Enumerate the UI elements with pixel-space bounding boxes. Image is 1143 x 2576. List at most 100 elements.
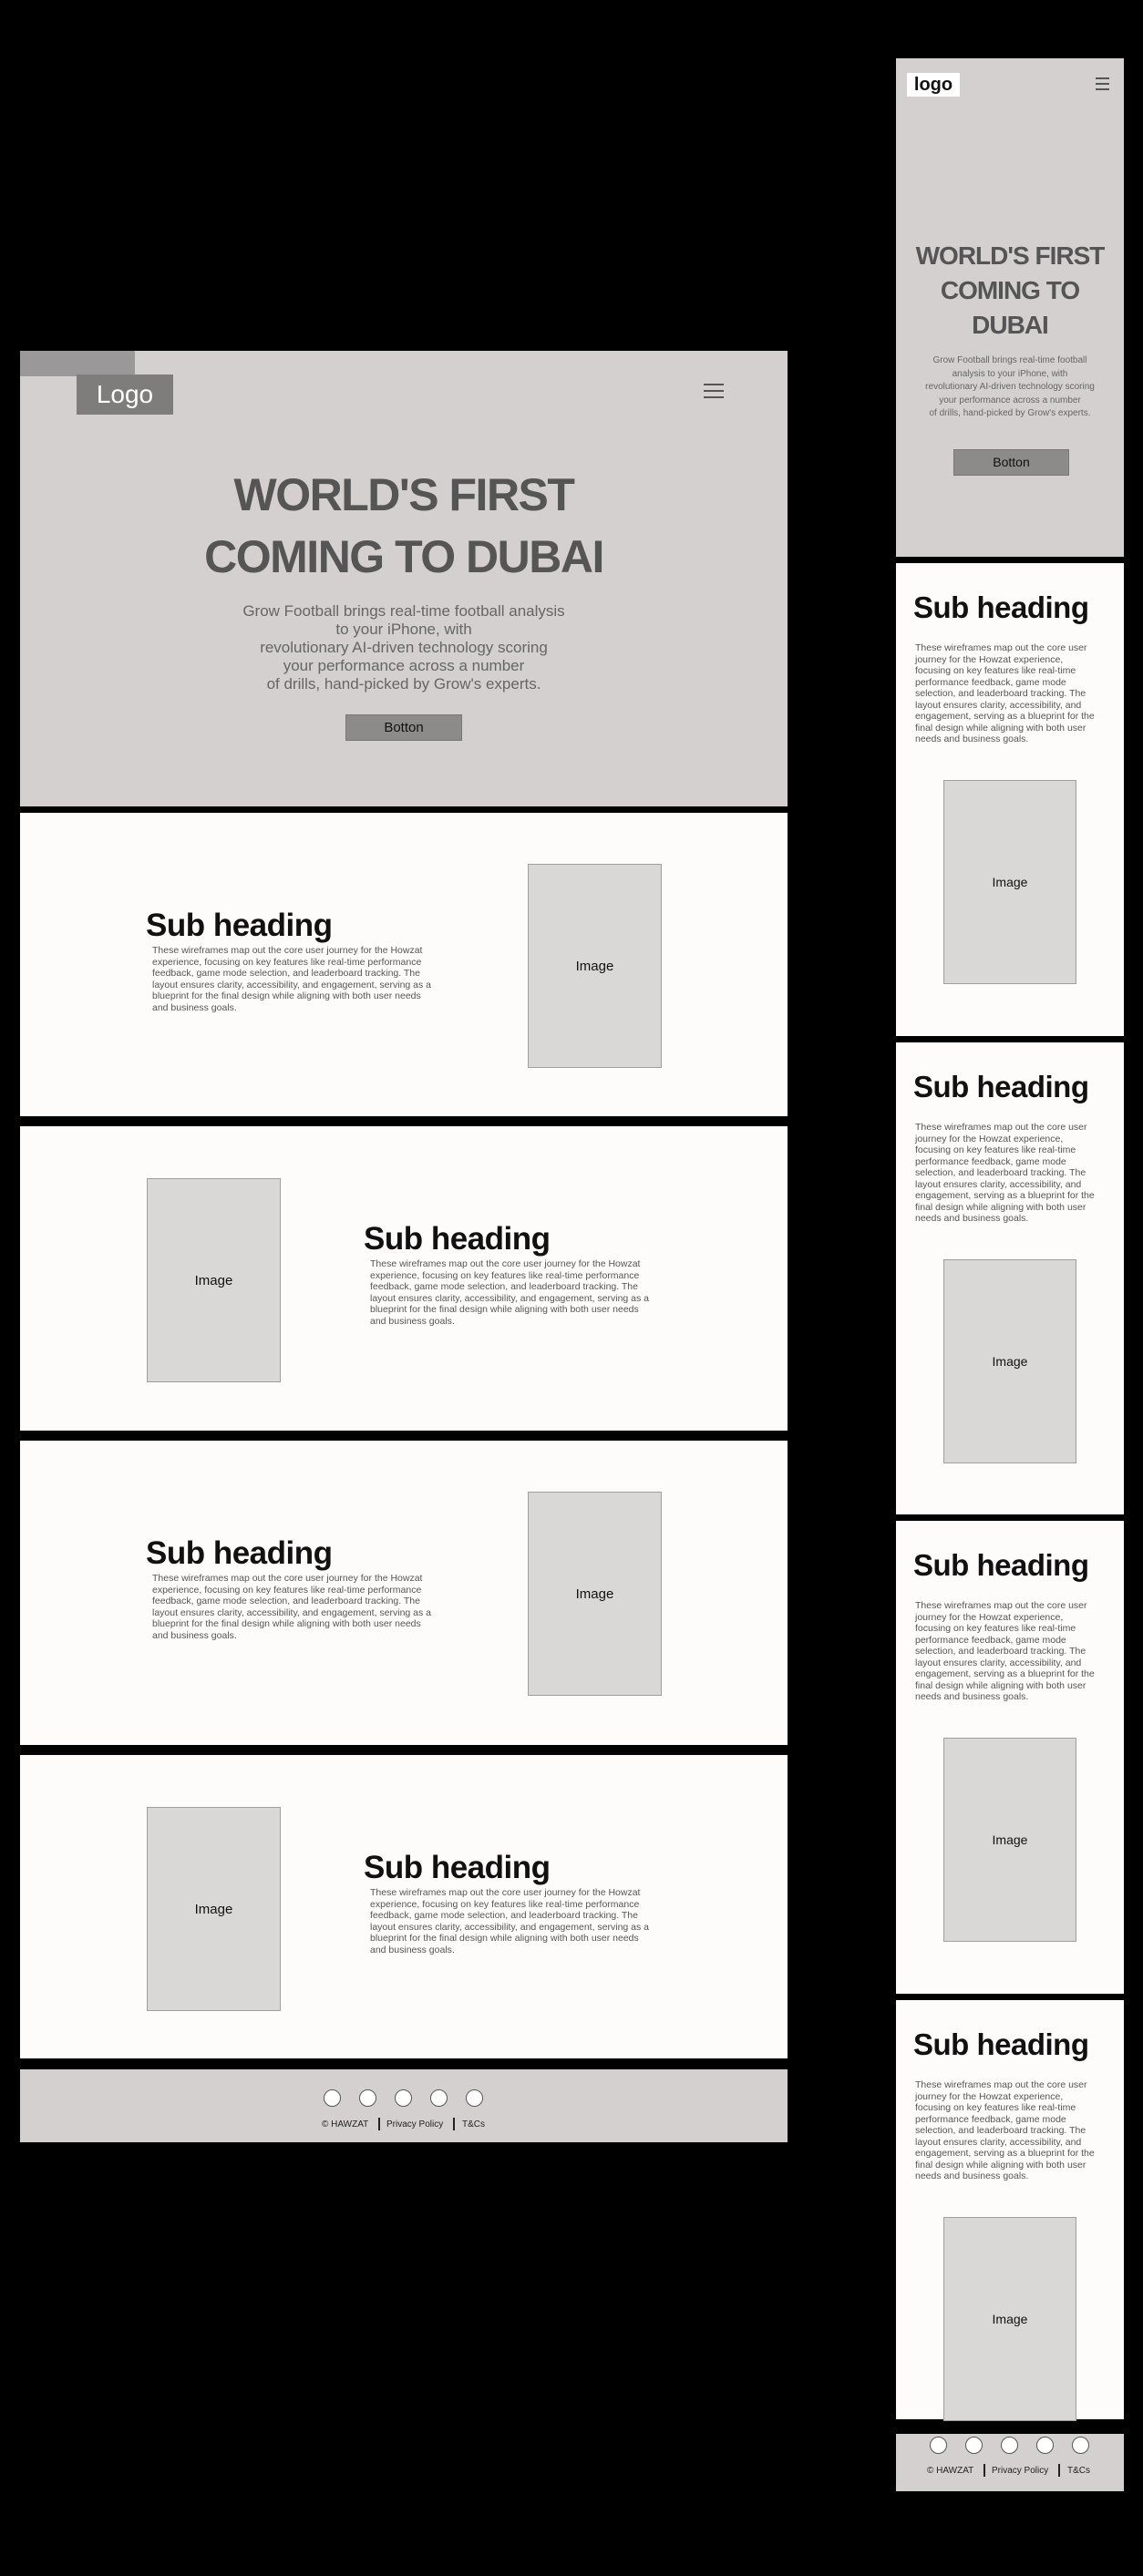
image-placeholder: Image [943, 1259, 1076, 1463]
desktop-logo[interactable]: Logo [77, 375, 173, 415]
hero-desc-line: Grow Football brings real-time football … [242, 602, 565, 620]
paragraph-line: and business goals. [152, 1629, 237, 1641]
mobile-footer-bar: © HAWZAT Privacy Policy T&Cs [896, 2434, 1124, 2491]
social-circle-icon[interactable] [965, 2437, 983, 2454]
mobile-hero-button[interactable]: Botton [953, 449, 1069, 476]
paragraph-line: layout ensures clarity, accessibility, a… [915, 699, 1082, 711]
paragraph-line: feedback, game mode selection, and leade… [152, 968, 420, 979]
hero-title-line: WORLD'S FIRST [915, 241, 1106, 270]
paragraph-line: experience, focusing on key features lik… [152, 956, 422, 968]
paragraph-line: selection, and leaderboard tracking. The [915, 1646, 1086, 1657]
paragraph-line: blueprint for the final design while ali… [370, 1304, 639, 1315]
paragraph-line: performance feedback, game mode [915, 1634, 1066, 1646]
section-heading: Sub heading [364, 1221, 551, 1257]
section-paragraph: These wireframes map out the core user j… [915, 1122, 1111, 1225]
paragraph-line: selection, and leaderboard tracking. The [915, 2125, 1086, 2136]
social-circle-icon[interactable] [430, 2089, 448, 2107]
desktop-footer: © HAWZAT Privacy Policy T&Cs [20, 2069, 788, 2142]
paragraph-line: selection, and leaderboard tracking. The [915, 688, 1086, 699]
social-circle-icon[interactable] [1001, 2437, 1018, 2454]
paragraph-line: selection, and leaderboard tracking. The [915, 1167, 1086, 1178]
mobile-section-2: Sub heading These wireframes map out the… [896, 1042, 1124, 1514]
paragraph-line: engagement, serving as a blueprint for t… [915, 1668, 1095, 1679]
mobile-hero-description: Grow Football brings real-time football … [896, 354, 1124, 421]
hero-desc-line: of drills, hand-picked by Grow's experts… [266, 675, 541, 693]
desktop-section-4: Image Sub heading These wireframes map o… [20, 1755, 788, 2058]
section-heading: Sub heading [146, 908, 333, 943]
mobile-section-4: Sub heading These wireframes map out the… [896, 2000, 1124, 2421]
paragraph-line: final design while aligning with both us… [915, 1201, 1086, 1213]
paragraph-line: These wireframes map out the core user j… [370, 1258, 641, 1269]
desktop-section-2: Image Sub heading These wireframes map o… [20, 1126, 788, 1431]
paragraph-line: These wireframes map out the core user j… [152, 1573, 423, 1584]
hamburger-menu-icon[interactable] [704, 384, 724, 398]
paragraph-line: journey for the Howzat experience, [915, 2090, 1064, 2102]
desktop-section-1: Sub heading These wireframes map out the… [20, 813, 788, 1116]
footer-terms-link[interactable]: T&Cs [462, 2119, 485, 2130]
paragraph-line: and business goals. [370, 1315, 455, 1327]
hero-title-line2: COMING TO DUBAI [204, 531, 604, 582]
paragraph-line: engagement, serving as a blueprint for t… [915, 711, 1095, 722]
social-circle-icon[interactable] [1072, 2437, 1089, 2454]
image-placeholder: Image [943, 780, 1076, 984]
paragraph-line: needs and business goals. [915, 1691, 1029, 1702]
paragraph-line: focusing on key features like real-time [915, 1144, 1076, 1155]
paragraph-line: final design while aligning with both us… [915, 1679, 1086, 1691]
section-paragraph: These wireframes map out the core user j… [370, 1887, 671, 1955]
mobile-logo[interactable]: logo [907, 73, 960, 97]
paragraph-line: and business goals. [370, 1944, 455, 1955]
mobile-section-1: Sub heading These wireframes map out the… [896, 563, 1124, 1036]
social-circle-icon[interactable] [1036, 2437, 1054, 2454]
paragraph-line: performance feedback, game mode [915, 2113, 1066, 2125]
mobile-section-3: Sub heading These wireframes map out the… [896, 1521, 1124, 1994]
hero-description: Grow Football brings real-time football … [221, 602, 586, 693]
hero-button[interactable]: Botton [345, 714, 462, 741]
paragraph-line: performance feedback, game mode [915, 1155, 1066, 1167]
paragraph-line: performance feedback, game mode [915, 676, 1066, 688]
image-placeholder: Image [528, 864, 662, 1068]
section-heading: Sub heading [913, 2027, 1089, 2061]
paragraph-line: feedback, game mode selection, and leade… [370, 1910, 638, 1921]
footer-copyright: © HAWZAT [927, 2466, 974, 2476]
hero-title-line1: WORLD'S FIRST [233, 469, 575, 520]
hero-desc-line: Grow Football brings real-time football [932, 355, 1087, 365]
paragraph-line: feedback, game mode selection, and leade… [152, 1596, 420, 1606]
paragraph-line: layout ensures clarity, accessibility, a… [915, 1178, 1082, 1190]
social-circle-icon[interactable] [324, 2089, 341, 2107]
footer-terms-link[interactable]: T&Cs [1067, 2466, 1090, 2476]
hero-desc-line: analysis to your iPhone, with [952, 368, 1068, 379]
footer-privacy-link[interactable]: Privacy Policy [386, 2119, 443, 2130]
paragraph-line: experience, focusing on key features lik… [370, 1898, 640, 1910]
section-heading: Sub heading [913, 1070, 1089, 1103]
frame-label-tab [20, 351, 135, 376]
footer-privacy-link[interactable]: Privacy Policy [992, 2466, 1048, 2476]
paragraph-line: layout ensures clarity, accessibility, a… [370, 1921, 650, 1933]
social-circle-icon[interactable] [466, 2089, 483, 2107]
desktop-section-3: Sub heading These wireframes map out the… [20, 1441, 788, 1745]
desktop-frame: Logo WORLD'S FIRST COMING TO DUBAI Grow … [20, 351, 788, 2142]
section-heading: Sub heading [364, 1850, 551, 1885]
footer-divider [378, 2118, 380, 2130]
hero-title-line: DUBAI [972, 311, 1049, 339]
footer-divider [453, 2118, 455, 2130]
social-circle-icon[interactable] [359, 2089, 376, 2107]
footer-copyright: © HAWZAT [322, 2119, 369, 2130]
paragraph-line: focusing on key features like real-time [915, 665, 1076, 676]
paragraph-line: and business goals. [152, 1001, 237, 1013]
section-heading: Sub heading [913, 590, 1089, 624]
hamburger-menu-icon[interactable] [1096, 77, 1109, 90]
image-placeholder: Image [147, 1178, 281, 1382]
paragraph-line: blueprint for the final design while ali… [152, 1618, 421, 1629]
social-circle-icon[interactable] [930, 2437, 947, 2454]
hero-title-line: COMING TO [940, 276, 1080, 304]
paragraph-line: blueprint for the final design while ali… [370, 1933, 639, 1944]
paragraph-line: focusing on key features like real-time [915, 1623, 1076, 1634]
paragraph-line: These wireframes map out the core user [915, 642, 1087, 653]
footer-divider [1058, 2464, 1060, 2477]
hero-desc-line: revolutionary AI-driven technology scori… [925, 382, 1095, 392]
paragraph-line: journey for the Howzat experience, [915, 1611, 1064, 1623]
paragraph-line: blueprint for the final design while ali… [152, 990, 421, 1001]
paragraph-line: journey for the Howzat experience, [915, 653, 1064, 665]
social-circle-icon[interactable] [395, 2089, 412, 2107]
footer-divider [983, 2464, 985, 2477]
